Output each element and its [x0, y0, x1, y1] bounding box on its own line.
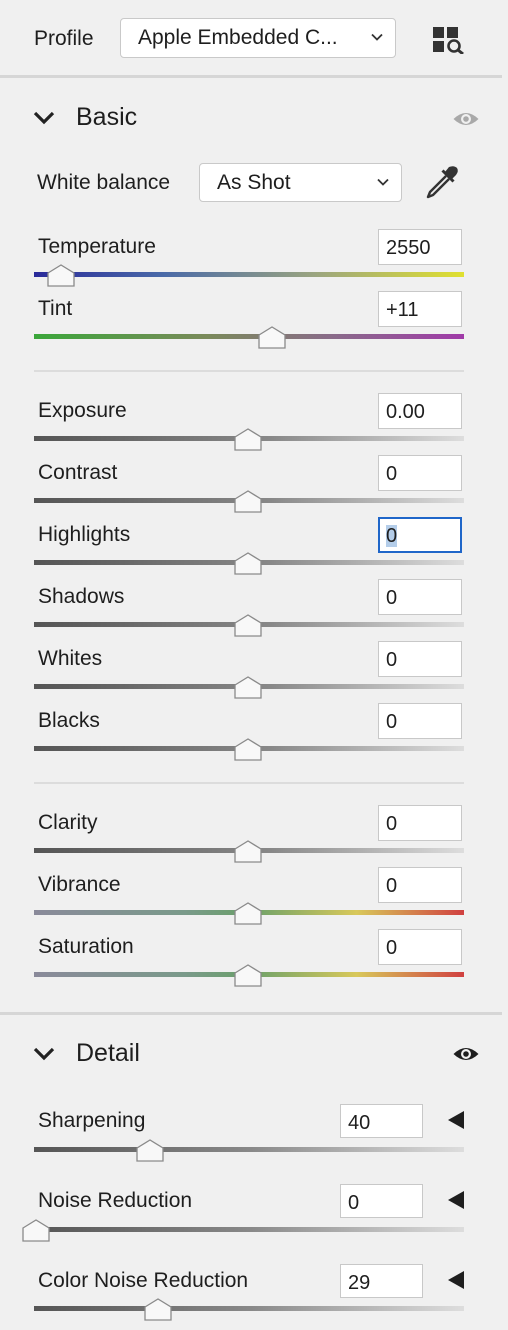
exposure-label: Exposure	[38, 399, 127, 422]
shadows-label: Shadows	[38, 585, 125, 608]
noise-reduction-track[interactable]	[34, 1227, 464, 1232]
eye-icon[interactable]	[452, 1045, 480, 1063]
saturation-value: 0	[386, 937, 398, 959]
white-balance-select[interactable]: As Shot	[199, 163, 402, 202]
group-divider	[34, 782, 464, 784]
sharpening-track[interactable]	[34, 1147, 464, 1152]
blacks-field[interactable]: 0	[378, 703, 462, 739]
temperature-thumb[interactable]	[47, 264, 75, 287]
eye-icon[interactable]	[452, 110, 480, 128]
temperature-value: 2550	[386, 237, 431, 259]
whites-value: 0	[386, 649, 398, 671]
noise-reduction-value: 0	[348, 1192, 360, 1214]
expand-triangle-icon[interactable]	[447, 1270, 465, 1290]
chevron-down-icon	[377, 178, 389, 186]
profile-label: Profile	[34, 27, 94, 50]
shadows-thumb[interactable]	[234, 614, 262, 637]
whites-label: Whites	[38, 647, 103, 670]
contrast-label: Contrast	[38, 461, 118, 484]
clarity-label: Clarity	[38, 811, 98, 834]
vibrance-thumb[interactable]	[234, 902, 262, 925]
highlights-field[interactable]: 0	[378, 517, 462, 553]
noise-reduction-field[interactable]: 0	[340, 1184, 423, 1218]
chevron-down-icon	[371, 33, 383, 41]
tint-thumb[interactable]	[258, 326, 286, 349]
contrast-thumb[interactable]	[234, 490, 262, 513]
sharpening-thumb[interactable]	[136, 1139, 164, 1162]
highlights-thumb[interactable]	[234, 552, 262, 575]
exposure-field[interactable]: 0.00	[378, 393, 462, 429]
whites-thumb[interactable]	[234, 676, 262, 699]
saturation-label: Saturation	[38, 935, 134, 958]
sharpening-value: 40	[348, 1112, 371, 1134]
profile-select-value: Apple Embedded C...	[138, 26, 338, 49]
color-noise-reduction-track[interactable]	[34, 1306, 464, 1311]
highlights-label: Highlights	[38, 523, 131, 546]
temperature-field[interactable]: 2550	[378, 229, 462, 265]
tint-label: Tint	[38, 297, 73, 320]
white-balance-label: White balance	[37, 171, 171, 194]
exposure-value: 0.00	[386, 401, 425, 423]
section-title-detail[interactable]: Detail	[76, 1039, 140, 1068]
tint-track[interactable]	[34, 334, 464, 339]
temperature-track[interactable]	[34, 272, 464, 277]
noise-reduction-label: Noise Reduction	[38, 1189, 193, 1212]
shadows-value: 0	[386, 587, 398, 609]
temperature-label: Temperature	[38, 235, 156, 258]
highlights-value: 0	[386, 525, 398, 547]
contrast-field[interactable]: 0	[378, 455, 462, 491]
vibrance-value: 0	[386, 875, 398, 897]
blacks-label: Blacks	[38, 709, 100, 732]
clarity-value: 0	[386, 813, 398, 835]
blacks-thumb[interactable]	[234, 738, 262, 761]
expand-triangle-icon[interactable]	[447, 1190, 465, 1210]
section-title-basic[interactable]: Basic	[76, 103, 137, 132]
clarity-field[interactable]: 0	[378, 805, 462, 841]
sharpening-field[interactable]: 40	[340, 1104, 423, 1138]
section-divider	[0, 75, 502, 78]
chevron-down-icon[interactable]	[33, 110, 55, 126]
group-divider	[34, 370, 464, 372]
color-noise-reduction-label: Color Noise Reduction	[38, 1269, 249, 1292]
blacks-value: 0	[386, 711, 398, 733]
tint-value: +11	[386, 299, 419, 321]
saturation-thumb[interactable]	[234, 964, 262, 987]
exposure-thumb[interactable]	[234, 428, 262, 451]
vibrance-label: Vibrance	[38, 873, 121, 896]
profile-select[interactable]: Apple Embedded C...	[120, 18, 396, 58]
noise-reduction-thumb[interactable]	[22, 1219, 50, 1242]
expand-triangle-icon[interactable]	[447, 1110, 465, 1130]
chevron-down-icon[interactable]	[33, 1046, 55, 1062]
color-noise-reduction-value: 29	[348, 1272, 371, 1294]
color-noise-reduction-field[interactable]: 29	[340, 1264, 423, 1298]
section-divider	[0, 1012, 502, 1015]
saturation-field[interactable]: 0	[378, 929, 462, 965]
sharpening-label: Sharpening	[38, 1109, 146, 1132]
clarity-thumb[interactable]	[234, 840, 262, 863]
eyedropper-icon[interactable]	[424, 164, 460, 200]
shadows-field[interactable]: 0	[378, 579, 462, 615]
vibrance-field[interactable]: 0	[378, 867, 462, 903]
whites-field[interactable]: 0	[378, 641, 462, 677]
profile-browser-icon[interactable]	[432, 26, 466, 54]
color-noise-reduction-thumb[interactable]	[144, 1298, 172, 1321]
white-balance-value: As Shot	[217, 171, 291, 194]
tint-field[interactable]: +11	[378, 291, 462, 327]
contrast-value: 0	[386, 463, 398, 485]
